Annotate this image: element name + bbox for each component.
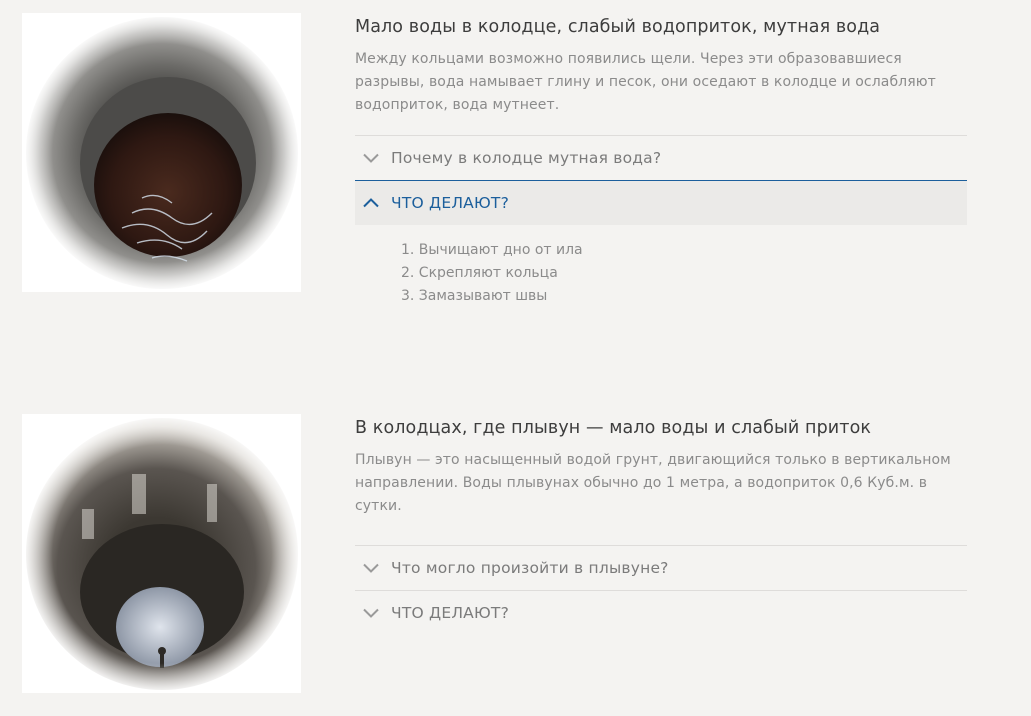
list-item: 1. Вычищают дно от ила <box>401 242 583 258</box>
list-item: 2. Скрепляют кольца <box>401 265 558 281</box>
accordion-header[interactable]: ЧТО ДЕЛАЮТ? <box>355 180 967 225</box>
accordion-label: Что могло произойти в плывуне? <box>391 559 669 577</box>
accordion-header[interactable]: Что могло произойти в плывуне? <box>355 546 967 590</box>
section-description: Между кольцами возможно появились щели. … <box>355 51 936 113</box>
chevron-down-icon <box>355 153 391 163</box>
chevron-down-icon <box>355 608 391 618</box>
section-title: В колодцах, где плывун — мало воды и сла… <box>355 418 872 438</box>
accordion: Почему в колодце мутная вода? ЧТО ДЕЛАЮТ… <box>355 135 967 322</box>
list-item: 3. Замазывают швы <box>401 288 548 304</box>
accordion-item-what-to-do[interactable]: ЧТО ДЕЛАЮТ? <box>355 591 967 635</box>
accordion-body: 1. Вычищают дно от ила 2. Скрепляют коль… <box>355 225 967 322</box>
accordion-item-what-to-do[interactable]: ЧТО ДЕЛАЮТ? 1. Вычищают дно от ила 2. Ск… <box>355 180 967 322</box>
accordion-label: ЧТО ДЕЛАЮТ? <box>391 604 510 622</box>
well-photo-muddy-water <box>22 13 301 292</box>
accordion-header[interactable]: Почему в колодце мутная вода? <box>355 136 967 180</box>
accordion-label: ЧТО ДЕЛАЮТ? <box>391 194 510 212</box>
section-content: Мало воды в колодце, слабый водоприток, … <box>355 14 967 322</box>
well-section-1: Мало воды в колодце, слабый водоприток, … <box>0 0 1031 360</box>
chevron-down-icon <box>355 563 391 573</box>
section-title: Мало воды в колодце, слабый водоприток, … <box>355 17 881 37</box>
accordion-label: Почему в колодце мутная вода? <box>391 149 662 167</box>
well-photo-quicksand <box>22 414 301 693</box>
accordion-item-why-muddy[interactable]: Почему в колодце мутная вода? <box>355 136 967 181</box>
steps-list: 1. Вычищают дно от ила 2. Скрепляют коль… <box>401 239 967 308</box>
section-description: Плывун — это насыщенный водой грунт, дви… <box>355 452 951 514</box>
accordion-item-quicksand-cause[interactable]: Что могло произойти в плывуне? <box>355 546 967 591</box>
accordion-header[interactable]: ЧТО ДЕЛАЮТ? <box>355 591 967 635</box>
accordion: Что могло произойти в плывуне? ЧТО ДЕЛАЮ… <box>355 545 967 635</box>
section-content: В колодцах, где плывун — мало воды и сла… <box>355 415 967 635</box>
chevron-up-icon <box>355 198 391 208</box>
